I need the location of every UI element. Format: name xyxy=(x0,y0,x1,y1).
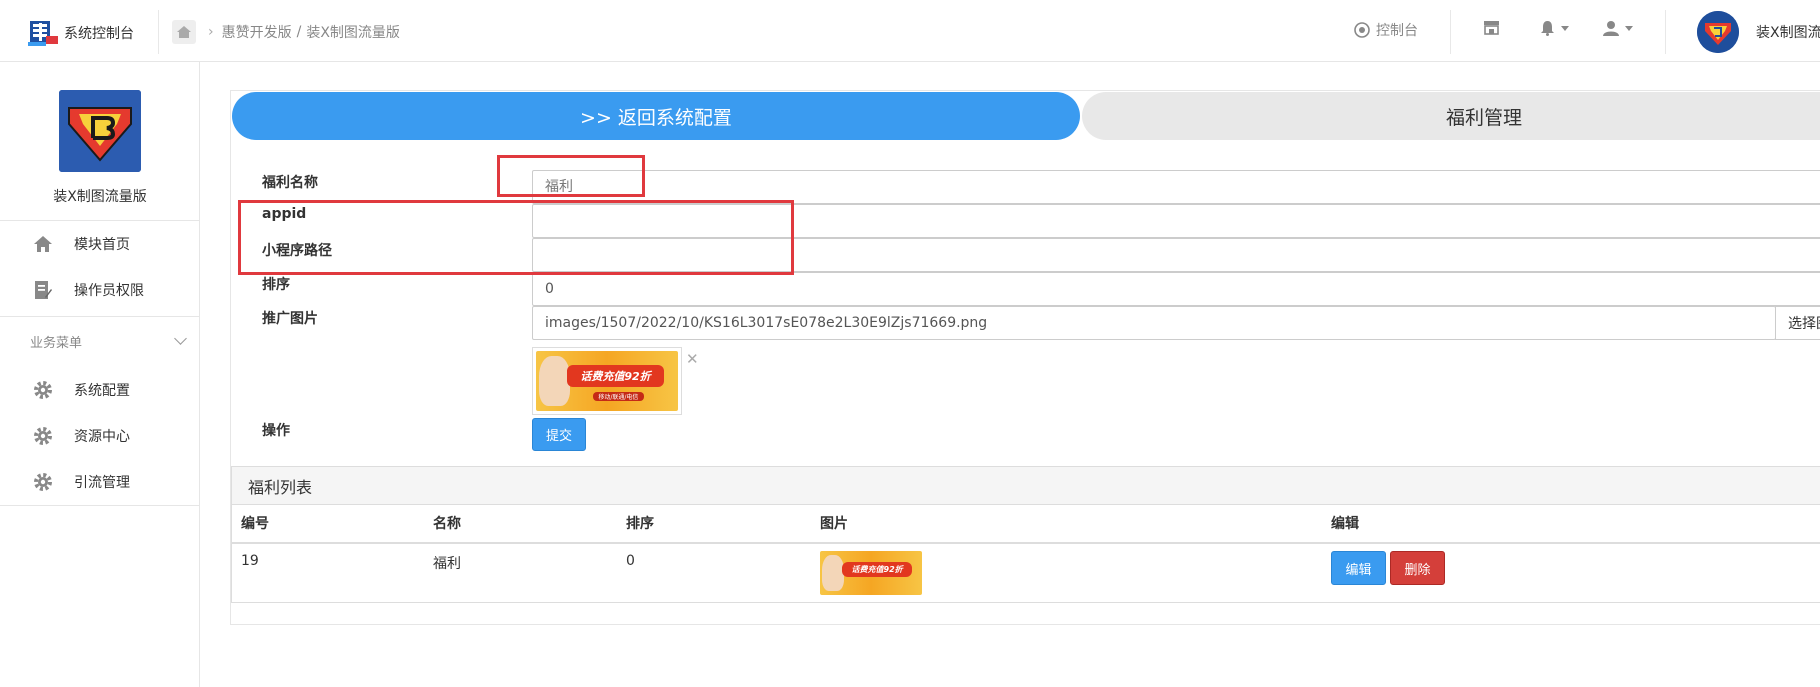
gear-icon xyxy=(32,425,54,447)
console-label: 控制台 xyxy=(1376,23,1418,39)
divider xyxy=(158,10,159,54)
brand[interactable]: 系统控制台 xyxy=(28,18,134,48)
appid-input[interactable] xyxy=(532,204,1820,238)
divider xyxy=(1450,10,1451,54)
breadcrumb-separator: / xyxy=(296,24,302,40)
divider xyxy=(1665,10,1666,54)
console-link[interactable]: 控制台 xyxy=(1354,20,1418,40)
promo-banner-thumbnail: 话费充值92折 xyxy=(820,551,922,595)
field-label-operation: 操作 xyxy=(262,423,290,439)
divider xyxy=(0,505,200,506)
hand-icon xyxy=(538,355,571,407)
user-name[interactable]: 装X制图流 xyxy=(1756,22,1820,42)
delete-button[interactable]: 删除 xyxy=(1390,551,1445,585)
caret-down-icon xyxy=(1625,25,1633,31)
home-icon xyxy=(32,233,54,255)
app-logo-icon xyxy=(59,90,141,172)
hand-icon xyxy=(822,554,845,592)
store-icon xyxy=(1484,21,1499,35)
dashboard-icon xyxy=(1354,22,1370,38)
chevron-down-icon[interactable] xyxy=(174,332,187,345)
banner-headline: 话费充值92折 xyxy=(842,561,912,578)
column-header: 图片 xyxy=(820,516,848,532)
column-header: 编辑 xyxy=(1331,516,1359,532)
image-preview: 话费充值92折 移动/联通/电信 xyxy=(532,347,682,415)
tab-welfare-management[interactable]: 福利管理 xyxy=(1082,92,1820,140)
cell-image: 话费充值92折 xyxy=(820,551,922,595)
close-icon[interactable]: ✕ xyxy=(686,350,699,368)
breadcrumb: › 惠赞开发版 / 装X制图流量版 xyxy=(172,20,400,44)
account-dropdown[interactable] xyxy=(1603,20,1633,36)
home-icon[interactable] xyxy=(172,20,196,44)
welfare-list: 福利列表 编号 名称 排序 图片 编辑 19 福利 0 话费充值92折 编辑 删… xyxy=(231,466,1820,603)
cell-sort: 0 xyxy=(626,553,635,569)
brand-logo-icon xyxy=(28,18,60,48)
field-label-welfare-name: 福利名称 xyxy=(262,175,318,191)
sidebar-group-label[interactable]: 业务菜单 xyxy=(30,332,82,351)
notifications-dropdown[interactable] xyxy=(1540,20,1569,36)
breadcrumb-item[interactable]: 惠赞开发版 xyxy=(222,22,292,42)
field-label-appid: appid xyxy=(262,206,307,222)
divider xyxy=(232,542,1820,544)
sidebar-item-traffic-management[interactable]: 引流管理 xyxy=(0,459,200,505)
promo-image-path-input[interactable] xyxy=(532,306,1776,340)
gear-icon xyxy=(32,471,54,493)
sort-input[interactable] xyxy=(532,272,1820,306)
app-name: 装X制图流量版 xyxy=(53,189,147,205)
sidebar-item-label: 操作员权限 xyxy=(74,283,144,299)
column-header: 编号 xyxy=(241,516,269,532)
welfare-name-input[interactable] xyxy=(532,170,1820,204)
field-label-promo-image: 推广图片 xyxy=(262,311,318,327)
sidebar: 装X制图流量版 模块首页 操作员权限 业务菜单 系统配置 资源中心 引流管理 xyxy=(0,62,200,687)
field-label-mini-program-path: 小程序路径 xyxy=(262,243,332,259)
divider xyxy=(0,316,200,317)
bell-icon xyxy=(1541,21,1554,36)
sidebar-item-resource-center[interactable]: 资源中心 xyxy=(0,413,200,459)
sidebar-item-label: 引流管理 xyxy=(74,475,130,491)
column-header: 名称 xyxy=(433,516,461,532)
store-button[interactable] xyxy=(1483,20,1500,35)
chevron-right-icon: › xyxy=(208,24,214,40)
gear-icon xyxy=(32,379,54,401)
cell-id: 19 xyxy=(241,553,259,569)
mini-program-path-input[interactable] xyxy=(532,238,1820,272)
avatar[interactable] xyxy=(1697,11,1739,53)
banner-subtitle: 移动/联通/电信 xyxy=(592,391,644,402)
breadcrumb-item[interactable]: 装X制图流量版 xyxy=(306,22,400,42)
select-image-button[interactable]: 选择图 xyxy=(1775,306,1820,340)
sidebar-item-label: 模块首页 xyxy=(74,237,130,253)
caret-down-icon xyxy=(1561,25,1569,31)
column-header: 排序 xyxy=(626,516,654,532)
list-title: 福利列表 xyxy=(232,467,1820,505)
field-label-sort: 排序 xyxy=(262,277,290,293)
user-icon xyxy=(1603,21,1619,36)
sidebar-item-label: 资源中心 xyxy=(74,429,130,445)
edit-doc-icon xyxy=(32,279,54,301)
sidebar-item-module-home[interactable]: 模块首页 xyxy=(0,221,200,267)
edit-button[interactable]: 编辑 xyxy=(1331,551,1386,585)
brand-title: 系统控制台 xyxy=(64,26,134,42)
sidebar-item-system-config[interactable]: 系统配置 xyxy=(0,367,200,413)
cell-name: 福利 xyxy=(433,556,461,572)
sidebar-item-operator-permission[interactable]: 操作员权限 xyxy=(0,267,200,313)
promo-banner-image: 话费充值92折 移动/联通/电信 xyxy=(536,351,678,411)
sidebar-item-label: 系统配置 xyxy=(74,383,130,399)
submit-button[interactable]: 提交 xyxy=(532,418,586,451)
top-bar: 系统控制台 › 惠赞开发版 / 装X制图流量版 控制台 装X制图流 xyxy=(0,0,1820,62)
banner-headline: 话费充值92折 xyxy=(567,365,664,387)
tab-back-to-system-config[interactable]: >> 返回系统配置 xyxy=(232,92,1080,140)
